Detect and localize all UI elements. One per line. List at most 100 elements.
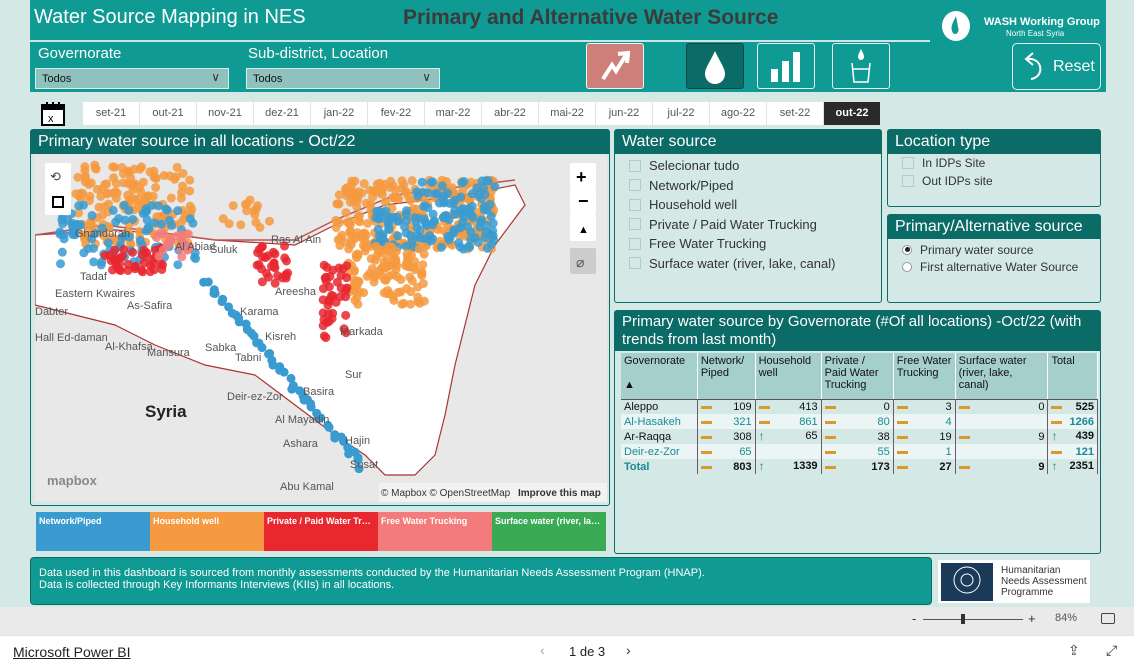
- subdistrict-dropdown[interactable]: Todos ∨: [246, 68, 440, 89]
- location-point[interactable]: [136, 265, 146, 275]
- water-source-option[interactable]: Network/Piped: [615, 176, 881, 196]
- location-point[interactable]: [280, 253, 290, 263]
- governorate-dropdown[interactable]: Todos ∨: [35, 68, 229, 89]
- location-point[interactable]: [423, 188, 433, 198]
- location-point[interactable]: [333, 235, 343, 245]
- location-point[interactable]: [392, 212, 402, 222]
- zoom-slider-handle[interactable]: [961, 614, 965, 624]
- location-point[interactable]: [177, 230, 187, 240]
- date-button-nov-21[interactable]: nov-21: [197, 101, 253, 125]
- location-point[interactable]: [428, 177, 438, 187]
- location-point[interactable]: [444, 215, 454, 225]
- location-point[interactable]: [188, 218, 198, 228]
- location-point[interactable]: [443, 188, 453, 198]
- checkbox[interactable]: [629, 159, 641, 172]
- location-point[interactable]: [154, 251, 164, 261]
- water-glass-page-button[interactable]: [832, 43, 890, 89]
- location-point[interactable]: [472, 183, 482, 193]
- location-point[interactable]: [410, 262, 420, 272]
- next-page-button[interactable]: ›: [626, 642, 631, 658]
- location-point[interactable]: [401, 241, 411, 251]
- date-button-out-21[interactable]: out-21: [140, 101, 196, 125]
- location-point[interactable]: [92, 184, 102, 194]
- location-point[interactable]: [80, 171, 90, 181]
- location-point[interactable]: [344, 219, 354, 229]
- location-point[interactable]: [128, 185, 138, 195]
- checkbox[interactable]: [629, 198, 641, 211]
- location-point[interactable]: [143, 191, 153, 201]
- location-point[interactable]: [352, 202, 362, 212]
- column-header[interactable]: Household well: [755, 353, 822, 400]
- location-point[interactable]: [457, 178, 467, 188]
- location-point[interactable]: [318, 284, 328, 294]
- location-point[interactable]: [218, 214, 228, 224]
- location-point[interactable]: [166, 193, 176, 203]
- location-point[interactable]: [325, 271, 335, 281]
- location-point[interactable]: [490, 182, 500, 192]
- location-point[interactable]: [445, 198, 455, 208]
- location-point[interactable]: [108, 205, 118, 215]
- location-point[interactable]: [135, 164, 145, 174]
- location-point[interactable]: [385, 261, 395, 271]
- location-point[interactable]: [383, 285, 393, 295]
- location-point[interactable]: [378, 207, 388, 217]
- prev-page-button[interactable]: ‹: [540, 642, 545, 658]
- location-point[interactable]: [170, 174, 180, 184]
- location-point[interactable]: [359, 179, 369, 189]
- share-icon[interactable]: ⇪: [1068, 642, 1080, 659]
- location-point[interactable]: [257, 277, 267, 287]
- water-source-option[interactable]: Private / Paid Water Trucking: [615, 215, 881, 235]
- lasso-button[interactable]: ⟲: [45, 163, 71, 189]
- compass-button[interactable]: ▲: [570, 215, 596, 241]
- location-point[interactable]: [172, 162, 182, 172]
- location-type-option[interactable]: In IDPs Site: [888, 154, 1100, 172]
- zoom-in-page-button[interactable]: +: [1028, 611, 1036, 626]
- location-point[interactable]: [319, 331, 329, 341]
- location-point[interactable]: [418, 279, 428, 289]
- location-point[interactable]: [141, 207, 151, 217]
- location-point[interactable]: [162, 205, 172, 215]
- column-header[interactable]: Free Water Trucking: [893, 353, 956, 400]
- column-header[interactable]: Private / Paid Water Trucking: [821, 353, 894, 400]
- location-point[interactable]: [341, 310, 351, 320]
- location-point[interactable]: [353, 276, 363, 286]
- checkbox[interactable]: [902, 175, 914, 187]
- water-source-option[interactable]: Household well: [615, 195, 881, 215]
- location-point[interactable]: [414, 244, 424, 254]
- location-point[interactable]: [76, 188, 86, 198]
- location-point[interactable]: [90, 160, 100, 170]
- location-point[interactable]: [128, 247, 138, 257]
- location-point[interactable]: [399, 298, 409, 308]
- location-point[interactable]: [99, 202, 109, 212]
- location-point[interactable]: [149, 218, 159, 228]
- fullscreen-icon[interactable]: ⤢: [1106, 642, 1117, 659]
- location-point[interactable]: [373, 224, 383, 234]
- location-point[interactable]: [413, 297, 423, 307]
- location-point[interactable]: [417, 270, 427, 280]
- location-point[interactable]: [109, 173, 119, 183]
- location-point[interactable]: [344, 244, 354, 254]
- location-point[interactable]: [151, 173, 161, 183]
- clear-calendar-icon[interactable]: x: [40, 100, 66, 126]
- location-point[interactable]: [151, 182, 161, 192]
- location-point[interactable]: [485, 199, 495, 209]
- zoom-slider[interactable]: [923, 619, 1023, 620]
- zoom-out-page-button[interactable]: -: [912, 611, 916, 626]
- location-point[interactable]: [253, 201, 263, 211]
- location-point[interactable]: [210, 288, 220, 298]
- location-point[interactable]: [74, 201, 84, 211]
- water-source-page-button[interactable]: [686, 43, 744, 89]
- date-button-mar-22[interactable]: mar-22: [425, 101, 481, 125]
- location-point[interactable]: [436, 242, 446, 252]
- location-point[interactable]: [454, 238, 464, 248]
- water-source-option[interactable]: Free Water Trucking: [615, 234, 881, 254]
- date-button-fev-22[interactable]: fev-22: [368, 101, 424, 125]
- location-point[interactable]: [417, 177, 427, 187]
- location-point[interactable]: [418, 260, 428, 270]
- location-point[interactable]: [388, 181, 398, 191]
- location-point[interactable]: [429, 217, 439, 227]
- source-type-option[interactable]: First alternative Water Source: [888, 258, 1100, 275]
- location-point[interactable]: [336, 283, 346, 293]
- location-point[interactable]: [167, 220, 177, 230]
- location-point[interactable]: [393, 288, 403, 298]
